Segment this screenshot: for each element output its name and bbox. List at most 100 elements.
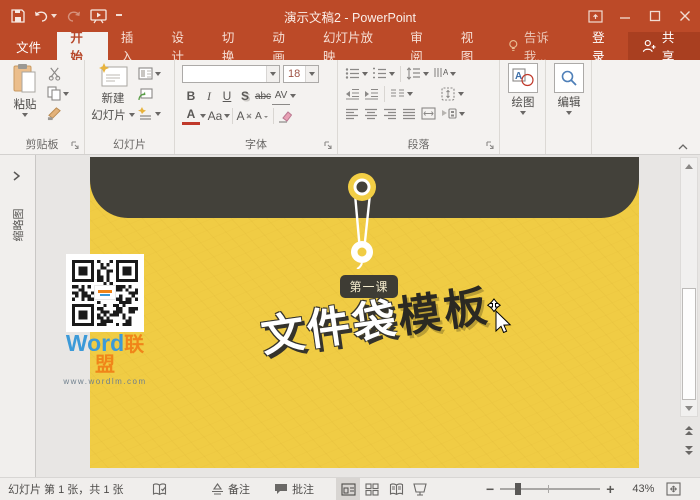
slide-counter: 幻灯片 第 1 张，共 1 张	[8, 478, 124, 500]
zoom-controls: − + 43%	[486, 478, 681, 500]
next-slide-button[interactable]	[682, 443, 696, 457]
svg-text:A: A	[443, 68, 448, 77]
tab-design[interactable]: 设计	[158, 32, 209, 60]
clipboard-dialog-launcher[interactable]	[71, 141, 81, 151]
justify-button[interactable]	[401, 105, 417, 122]
increase-font-button[interactable]: A	[235, 107, 253, 125]
share-button[interactable]: 共享	[628, 32, 700, 60]
text-shadow-button[interactable]: S	[236, 87, 254, 105]
character-spacing-button[interactable]: AV	[272, 87, 290, 105]
section-dropdown-arrow	[155, 112, 161, 116]
decrease-font-button[interactable]: A	[253, 107, 271, 125]
tab-home[interactable]: 开始	[57, 32, 108, 60]
thumbnail-pane-collapsed[interactable]: 缩略图	[0, 155, 36, 477]
tab-slideshow[interactable]: 幻灯片放映	[310, 32, 397, 60]
section-button[interactable]	[137, 105, 162, 122]
save-button[interactable]	[11, 9, 25, 23]
view-slide-sorter-button[interactable]	[360, 478, 384, 500]
undo-dropdown-arrow[interactable]	[51, 14, 57, 18]
italic-button[interactable]: I	[200, 87, 218, 105]
distribute-button[interactable]	[420, 105, 437, 122]
undo-button[interactable]	[34, 10, 57, 23]
font-dialog-launcher[interactable]	[324, 141, 334, 151]
tab-insert[interactable]: 插入	[108, 32, 159, 60]
zoom-level[interactable]: 43%	[620, 483, 654, 495]
tab-file[interactable]: 文件	[0, 32, 57, 60]
lightbulb-icon	[508, 39, 519, 53]
text-direction-button[interactable]: A	[432, 65, 457, 82]
zoom-slider[interactable]	[500, 488, 600, 490]
tab-review[interactable]: 审阅	[397, 32, 448, 60]
view-normal-button[interactable]	[336, 478, 360, 500]
decrease-indent-button[interactable]	[344, 85, 361, 102]
font-size-dropdown[interactable]	[305, 66, 318, 82]
view-reading-button[interactable]	[384, 478, 408, 500]
tab-view[interactable]: 视图	[448, 32, 499, 60]
drawing-group-button[interactable]: A 绘图	[505, 63, 541, 115]
clear-formatting-button[interactable]	[276, 107, 294, 125]
paste-button[interactable]: 粘贴	[8, 63, 42, 117]
view-slideshow-button[interactable]	[408, 478, 432, 500]
new-slide-button[interactable]: 新建 幻灯片	[91, 63, 135, 123]
font-color-button[interactable]: A	[182, 107, 200, 125]
reset-slide-button[interactable]	[137, 85, 162, 102]
collapse-ribbon-button[interactable]	[678, 143, 688, 150]
status-bar: 幻灯片 第 1 张，共 1 张 备注 批注	[0, 477, 700, 500]
change-case-button[interactable]: Aa	[206, 107, 224, 125]
notes-button[interactable]: 备注	[211, 478, 250, 500]
redo-button[interactable]	[66, 10, 81, 23]
paragraph-dialog-launcher[interactable]	[486, 141, 496, 151]
font-size-combo[interactable]: 18	[283, 65, 319, 83]
increase-indent-button[interactable]	[363, 85, 380, 102]
change-case-dropdown[interactable]	[224, 114, 230, 118]
zoom-out-button[interactable]: −	[486, 482, 494, 496]
tell-me-box[interactable]: 告诉我...	[498, 32, 580, 60]
font-name-dropdown[interactable]	[266, 66, 279, 82]
align-right-button[interactable]	[382, 105, 398, 122]
columns-button[interactable]	[389, 85, 414, 102]
brand-logo[interactable]: Word联盟 www.wordlm.com	[62, 332, 148, 386]
tab-transitions[interactable]: 切换	[209, 32, 260, 60]
start-slideshow-button[interactable]	[90, 9, 107, 24]
editing-group-button[interactable]: 编辑	[551, 63, 587, 115]
font-name-combo[interactable]	[182, 65, 280, 83]
vertical-scrollbar[interactable]	[680, 157, 698, 417]
sign-in-button[interactable]: 登录	[580, 32, 628, 60]
zoom-in-button[interactable]: +	[606, 482, 614, 496]
scroll-up-button[interactable]	[682, 159, 696, 173]
powerpoint-window: 演示文稿2 - PowerPoint 文件 开始 插入 设计 切换 动画 幻灯片…	[0, 0, 700, 500]
tab-animations[interactable]: 动画	[259, 32, 310, 60]
convert-smartart-button[interactable]	[440, 105, 466, 122]
numbering-button[interactable]	[371, 65, 396, 82]
line-spacing-button[interactable]	[405, 65, 430, 82]
qr-code[interactable]	[66, 254, 144, 332]
customize-qat-button[interactable]	[116, 14, 122, 18]
underline-button[interactable]: U	[218, 87, 236, 105]
envelope-string-closure[interactable]	[330, 169, 396, 269]
text-direction-dropdown	[450, 72, 456, 76]
bullets-button[interactable]	[344, 65, 369, 82]
format-painter-button[interactable]	[46, 105, 70, 122]
previous-slide-button[interactable]	[682, 423, 696, 437]
character-spacing-dropdown[interactable]	[290, 94, 296, 98]
align-text-button[interactable]	[440, 85, 465, 102]
layout-icon	[138, 67, 153, 80]
copy-button[interactable]	[46, 85, 70, 102]
group-font: 18 B I U S abc AV A Aa A A	[175, 60, 338, 154]
strikethrough-button[interactable]: abc	[254, 87, 272, 105]
comments-icon	[274, 483, 288, 495]
scroll-down-button[interactable]	[682, 401, 696, 415]
new-slide-label-1: 新建	[102, 90, 125, 106]
scrollbar-thumb[interactable]	[682, 288, 696, 400]
bold-button[interactable]: B	[182, 87, 200, 105]
comments-button[interactable]: 批注	[274, 478, 314, 500]
slide-layout-button[interactable]	[137, 65, 162, 82]
expand-thumbnails-button[interactable]	[12, 171, 20, 181]
numbering-dropdown	[389, 72, 395, 76]
cut-button[interactable]	[46, 65, 70, 82]
spell-check-button[interactable]	[152, 478, 167, 500]
zoom-slider-thumb[interactable]	[515, 483, 521, 495]
align-left-button[interactable]	[344, 105, 360, 122]
fit-window-button[interactable]	[666, 482, 681, 496]
align-center-button[interactable]	[363, 105, 379, 122]
